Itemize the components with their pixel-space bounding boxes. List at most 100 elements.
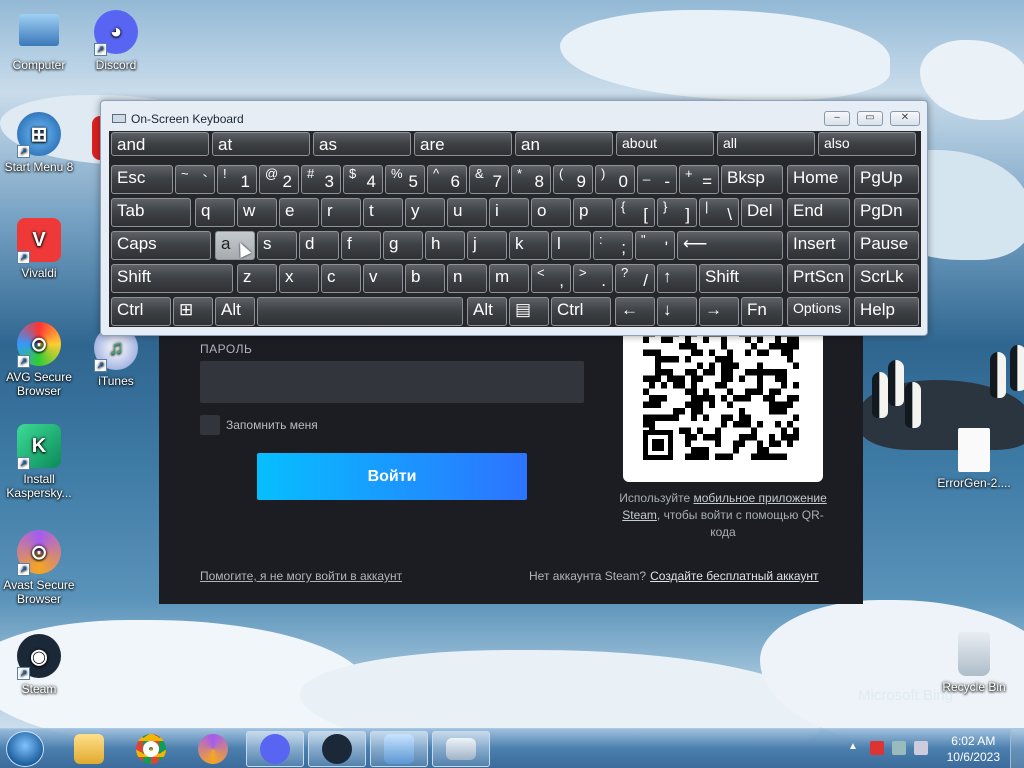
key-g[interactable]: g xyxy=(383,231,423,260)
key-d[interactable]: d xyxy=(299,231,339,260)
key-u[interactable]: u xyxy=(447,198,487,227)
clock[interactable]: 6:02 AM 10/6/2023 xyxy=(947,733,1000,765)
key-insert[interactable]: Insert xyxy=(787,231,850,260)
key-c[interactable]: c xyxy=(321,264,361,293)
key-prtscn[interactable]: PrtScn xyxy=(787,264,850,293)
key-semi[interactable]: :; xyxy=(593,231,633,260)
key-pgup[interactable]: PgUp xyxy=(854,165,919,194)
start-button[interactable] xyxy=(6,731,44,767)
key-e[interactable]: e xyxy=(279,198,319,227)
key-comma[interactable]: <, xyxy=(531,264,571,293)
key-r[interactable]: r xyxy=(321,198,361,227)
key-f[interactable]: f xyxy=(341,231,381,260)
key-i[interactable]: i xyxy=(489,198,529,227)
key-n0[interactable]: ) 0 xyxy=(595,165,635,194)
taskbar-discord[interactable] xyxy=(246,731,304,767)
key-n6[interactable]: ^ 6 xyxy=(427,165,467,194)
key-space[interactable] xyxy=(257,297,463,326)
key-m[interactable]: m xyxy=(489,264,529,293)
taskbar-on-screen-keyboard[interactable] xyxy=(432,731,490,767)
key-o[interactable]: o xyxy=(531,198,571,227)
key-n9[interactable]: (9 xyxy=(553,165,593,194)
key-slash[interactable]: ? / xyxy=(615,264,655,293)
key-w[interactable]: w xyxy=(237,198,277,227)
login-button[interactable]: Войти xyxy=(257,453,527,500)
key-n1[interactable]: ! 1 xyxy=(217,165,257,194)
key-left[interactable]: ← xyxy=(615,297,655,326)
key-y[interactable]: y xyxy=(405,198,445,227)
key-help[interactable]: Help xyxy=(854,297,919,326)
key-alt-right[interactable]: Alt xyxy=(467,297,507,326)
key-ctrl-right[interactable]: Ctrl xyxy=(551,297,611,326)
desktop-icon-errorgen[interactable]: ErrorGen-2.... xyxy=(936,428,1012,490)
key-n4[interactable]: $4 xyxy=(343,165,383,194)
key-tilde[interactable]: ~ ` xyxy=(175,165,215,194)
key-n2[interactable]: @2 xyxy=(259,165,299,194)
key-n7[interactable]: & 7 xyxy=(469,165,509,194)
key-home[interactable]: Home xyxy=(787,165,850,194)
action-center-flag-icon[interactable] xyxy=(870,741,884,755)
key-menu[interactable]: ▤ xyxy=(509,297,549,326)
taskbar-chrome[interactable] xyxy=(122,731,180,767)
desktop-icon-start-menu-8[interactable]: ⊞ ↗ Start Menu 8 xyxy=(1,112,77,174)
cant-sign-in-link[interactable]: Помогите, я не могу войти в аккаунт xyxy=(200,569,402,583)
minimize-button[interactable]: ‒ xyxy=(824,111,850,126)
show-desktop-button[interactable] xyxy=(1010,729,1024,768)
remember-me-checkbox[interactable] xyxy=(200,415,220,435)
key-l[interactable]: l xyxy=(551,231,591,260)
key-bsl[interactable]: | \ xyxy=(699,198,739,227)
key-n5[interactable]: % 5 xyxy=(385,165,425,194)
network-icon[interactable] xyxy=(892,741,906,755)
prediction-2[interactable]: as xyxy=(313,132,411,156)
desktop-icon-install-kaspersky[interactable]: K ↗ Install Kaspersky... xyxy=(1,424,77,500)
key-backspace[interactable]: Bksp xyxy=(721,165,783,194)
volume-muted-icon[interactable] xyxy=(914,741,928,755)
key-minus[interactable]: _ - xyxy=(637,165,677,194)
maximize-button[interactable]: ▭ xyxy=(857,111,883,126)
key-n8[interactable]: * 8 xyxy=(511,165,551,194)
key-rbr[interactable]: }] xyxy=(657,198,697,227)
key-caps[interactable]: Caps xyxy=(111,231,211,260)
create-account-link[interactable]: Создайте бесплатный аккаунт xyxy=(650,569,818,583)
key-end[interactable]: End xyxy=(787,198,850,227)
prediction-4[interactable]: an xyxy=(515,132,613,156)
desktop-icon-avast-secure-browser[interactable]: ⊙ ↗ Avast Secure Browser xyxy=(1,530,77,606)
key-plus[interactable]: + = xyxy=(679,165,719,194)
key-s[interactable]: s xyxy=(257,231,297,260)
key-q[interactable]: q xyxy=(195,198,235,227)
taskbar-avast-browser[interactable] xyxy=(184,731,242,767)
desktop-icon-vivaldi[interactable]: V ↗ Vivaldi xyxy=(1,218,77,280)
key-k[interactable]: k xyxy=(509,231,549,260)
desktop-icon-recycle-bin[interactable]: Recycle Bin xyxy=(936,632,1012,694)
key-z[interactable]: z xyxy=(237,264,277,293)
key-n3[interactable]: #3 xyxy=(301,165,341,194)
key-n[interactable]: n xyxy=(447,264,487,293)
key-v[interactable]: v xyxy=(363,264,403,293)
key-pause[interactable]: Pause xyxy=(854,231,919,260)
taskbar-explorer[interactable] xyxy=(60,731,118,767)
desktop-icon-computer[interactable]: Computer xyxy=(1,10,77,72)
prediction-3[interactable]: are xyxy=(414,132,512,156)
show-hidden-icons-icon[interactable]: ▲ xyxy=(848,741,858,752)
key-options[interactable]: Options xyxy=(787,297,850,326)
desktop-icon-avg-secure-browser[interactable]: ⊙ ↗ AVG Secure Browser xyxy=(1,322,77,398)
password-input[interactable] xyxy=(200,361,584,403)
key-p[interactable]: p xyxy=(573,198,613,227)
key-up[interactable]: ↑ xyxy=(657,264,697,293)
key-down[interactable]: ↓ xyxy=(657,297,697,326)
taskbar-control-panel[interactable] xyxy=(370,731,428,767)
prediction-6[interactable]: all xyxy=(717,132,815,156)
key-fn[interactable]: Fn xyxy=(741,297,783,326)
key-esc[interactable]: Esc xyxy=(111,165,173,194)
key-ctrl-left[interactable]: Ctrl xyxy=(111,297,171,326)
key-shift-left[interactable]: Shift xyxy=(111,264,233,293)
key-shift-right[interactable]: Shift xyxy=(699,264,783,293)
key-t[interactable]: t xyxy=(363,198,403,227)
key-tab[interactable]: Tab xyxy=(111,198,191,227)
close-button[interactable]: ✕ xyxy=(890,111,920,126)
key-lbr[interactable]: {[ xyxy=(615,198,655,227)
key-b[interactable]: b xyxy=(405,264,445,293)
prediction-7[interactable]: also xyxy=(818,132,916,156)
prediction-5[interactable]: about xyxy=(616,132,714,156)
desktop-icon-steam[interactable]: ◉ ↗ Steam xyxy=(1,634,77,696)
